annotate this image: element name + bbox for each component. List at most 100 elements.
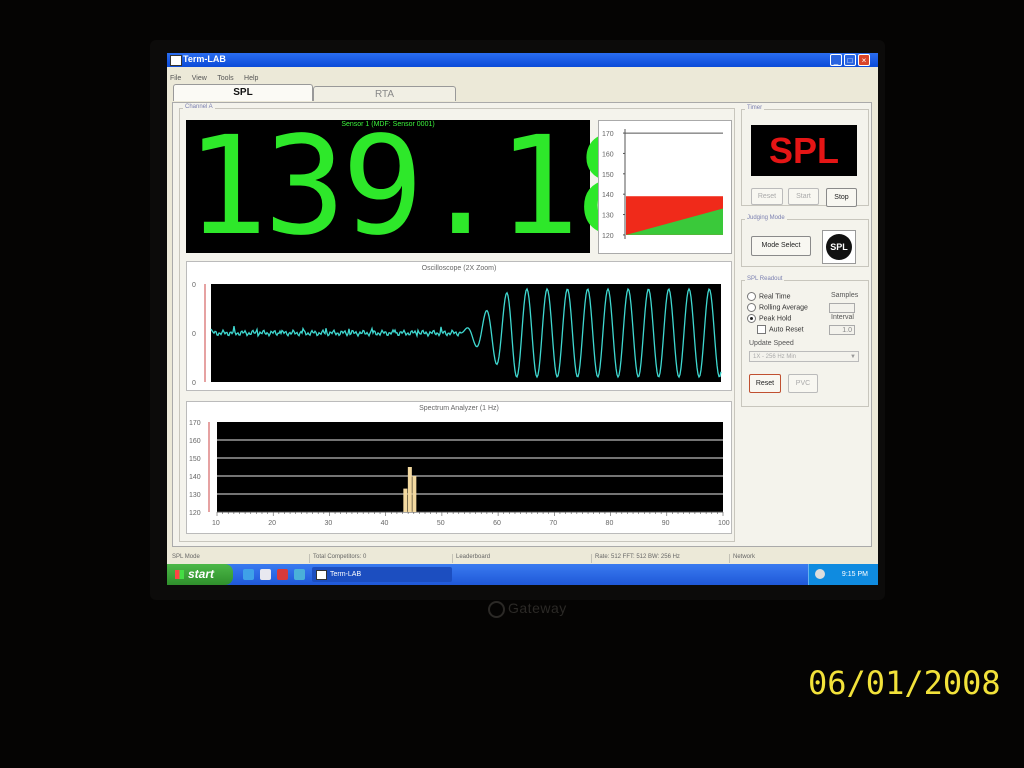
radio-rolling-average[interactable]: Rolling Average [747, 303, 808, 312]
oscilloscope-tick-label: 0 [192, 282, 196, 289]
samples-label: Samples [831, 292, 859, 299]
menu-view[interactable]: View [192, 75, 207, 82]
chevron-down-icon: ▼ [850, 354, 856, 360]
timer-display: SPL [751, 125, 857, 176]
right-column: Timer SPL Reset Start Stop Judging Mode … [739, 103, 873, 548]
taskbar-item-label: Term-LAB [330, 571, 362, 578]
radio-peak-hold[interactable]: Peak Hold [747, 314, 791, 323]
photo-date-stamp: 06/01/2008 [808, 664, 1001, 702]
status-rate: Rate: 512 FFT: 512 BW: 256 Hz [591, 554, 729, 563]
spectrum-analyzer-panel: Spectrum Analyzer (1 Hz) 170 160 150 140 130… [186, 401, 732, 534]
term-lab-icon [316, 570, 327, 580]
spl-reading-value: 139.18 [186, 108, 657, 266]
spectrum-bar [407, 467, 412, 512]
window-titlebar[interactable]: Term-LAB _ □ × [167, 53, 878, 67]
meter-tick-label: 150 [602, 172, 614, 179]
spectrum-x-tick-label: 30 [324, 520, 332, 527]
readout-reset-button[interactable]: Reset [749, 374, 781, 393]
status-bar: SPL Mode Total Competitors: 0 Leaderboar… [167, 553, 878, 564]
spectrum-x-tick-label: 50 [437, 520, 445, 527]
spectrum-y-tick-label: 120 [189, 510, 201, 517]
spectrum-chart: 170 160 150 140 130 120 10 20 30 40 50 60 70 80 90 100 [189, 420, 730, 527]
update-speed-select[interactable]: 1X - 256 Hz Min ▼ [749, 351, 859, 362]
spectrum-x-tick-label: 90 [662, 520, 670, 527]
minimize-button[interactable]: _ [830, 54, 842, 66]
spl-readout-label: SPL Readout [745, 276, 785, 282]
status-network: Network [729, 554, 873, 563]
maximize-button[interactable]: □ [844, 54, 856, 66]
oscilloscope-chart: 0 0 0 [192, 282, 722, 387]
timer-reset-button[interactable]: Reset [751, 188, 783, 205]
meter-tick-label: 130 [602, 213, 614, 220]
speaker-icon[interactable] [815, 569, 825, 579]
status-leaderboard: Leaderboard [452, 554, 591, 563]
media-player-icon[interactable] [277, 569, 288, 580]
start-label: start [188, 567, 215, 581]
taskbar-item-term-lab[interactable]: Term-LAB [312, 567, 452, 582]
spectrum-y-tick-label: 160 [189, 438, 201, 445]
spectrum-y-tick-label: 170 [189, 420, 201, 427]
monitor-brand-logo: Gateway [488, 600, 567, 618]
menu-help[interactable]: Help [244, 75, 258, 82]
taskbar: start Term-LAB 9:15 PM [167, 564, 878, 585]
ie-icon[interactable] [243, 569, 254, 580]
update-speed-value: 1X - 256 Hz Min [753, 354, 797, 360]
oscilloscope-tick-label: 0 [192, 380, 196, 387]
radio-rolling-average-dot [747, 303, 756, 312]
spectrum-x-tick-label: 100 [718, 520, 730, 527]
spl-logo: SPL [822, 230, 856, 264]
quick-launch-icon[interactable] [294, 569, 305, 580]
oscilloscope-screen [211, 284, 721, 382]
radio-peak-hold-label: Peak Hold [759, 315, 792, 323]
spectrum-x-tick-label: 40 [381, 520, 389, 527]
auto-reset-box [757, 325, 766, 334]
window-title: Term-LAB [183, 54, 226, 64]
tab-spl[interactable]: SPL [173, 84, 313, 101]
interval-field[interactable]: 1.0 [829, 325, 855, 335]
pvc-button[interactable]: PVC [788, 374, 818, 393]
menu-bar: File View Tools Help [167, 67, 878, 82]
radio-real-time-dot [747, 292, 756, 301]
meter-tick-label: 140 [602, 192, 614, 199]
oscilloscope-panel: Oscilloscope (2X Zoom) 0 0 0 [186, 261, 732, 391]
spectrum-title: Spectrum Analyzer (1 Hz) [419, 405, 499, 412]
windows-flag-icon [175, 570, 184, 580]
timer-start-button[interactable]: Start [788, 188, 819, 205]
spl-reading-display: Sensor 1 (MDF: Sensor 0001) 139.18 [186, 112, 657, 262]
clock: 9:15 PM [841, 571, 868, 578]
close-button[interactable]: × [858, 54, 870, 66]
spectrum-x-tick-label: 60 [493, 520, 501, 527]
spl-logo-mark: SPL [826, 234, 852, 260]
spectrum-x-tick-label: 70 [549, 520, 557, 527]
timer-stop-button[interactable]: Stop [826, 188, 857, 207]
start-button[interactable]: start [167, 564, 233, 585]
status-competitors: Total Competitors: 0 [309, 554, 451, 563]
spectrum-plot-area [217, 422, 723, 512]
update-speed-label: Update Speed [749, 340, 794, 347]
show-desktop-icon[interactable] [260, 569, 271, 580]
interval-label: Interval [831, 314, 854, 321]
radio-real-time[interactable]: Real Time [747, 292, 791, 301]
judging-mode-label: Judging Mode [745, 215, 787, 221]
meter-tick-label: 170 [602, 131, 614, 138]
menu-file[interactable]: File [170, 75, 181, 82]
spectrum-bar [412, 476, 417, 512]
mode-select-button[interactable]: Mode Select [751, 236, 811, 256]
radio-peak-hold-dot [747, 314, 756, 323]
auto-reset-label: Auto Reset [769, 326, 804, 334]
level-meter-chart: 170 160 150 140 130 120 [602, 129, 723, 240]
menu-tools[interactable]: Tools [217, 75, 233, 82]
spectrum-x-tick-label: 80 [606, 520, 614, 527]
spectrum-x-tick-label: 20 [268, 520, 276, 527]
spectrum-y-tick-label: 150 [189, 456, 201, 463]
tab-rta[interactable]: RTA [313, 86, 456, 101]
radio-real-time-label: Real Time [759, 293, 791, 301]
auto-reset-checkbox[interactable]: Auto Reset [757, 325, 804, 334]
oscilloscope-tick-label: 0 [192, 331, 196, 338]
samples-field[interactable] [829, 303, 855, 313]
timer-label: Timer [745, 105, 765, 111]
spl-tab-panel: Channel A Sensor 1 (MDF: Sensor 0001) 13… [172, 102, 872, 547]
oscilloscope-title: Oscilloscope (2X Zoom) [421, 265, 497, 272]
spectrum-bar [403, 488, 408, 512]
spectrum-y-tick-label: 130 [189, 492, 201, 499]
